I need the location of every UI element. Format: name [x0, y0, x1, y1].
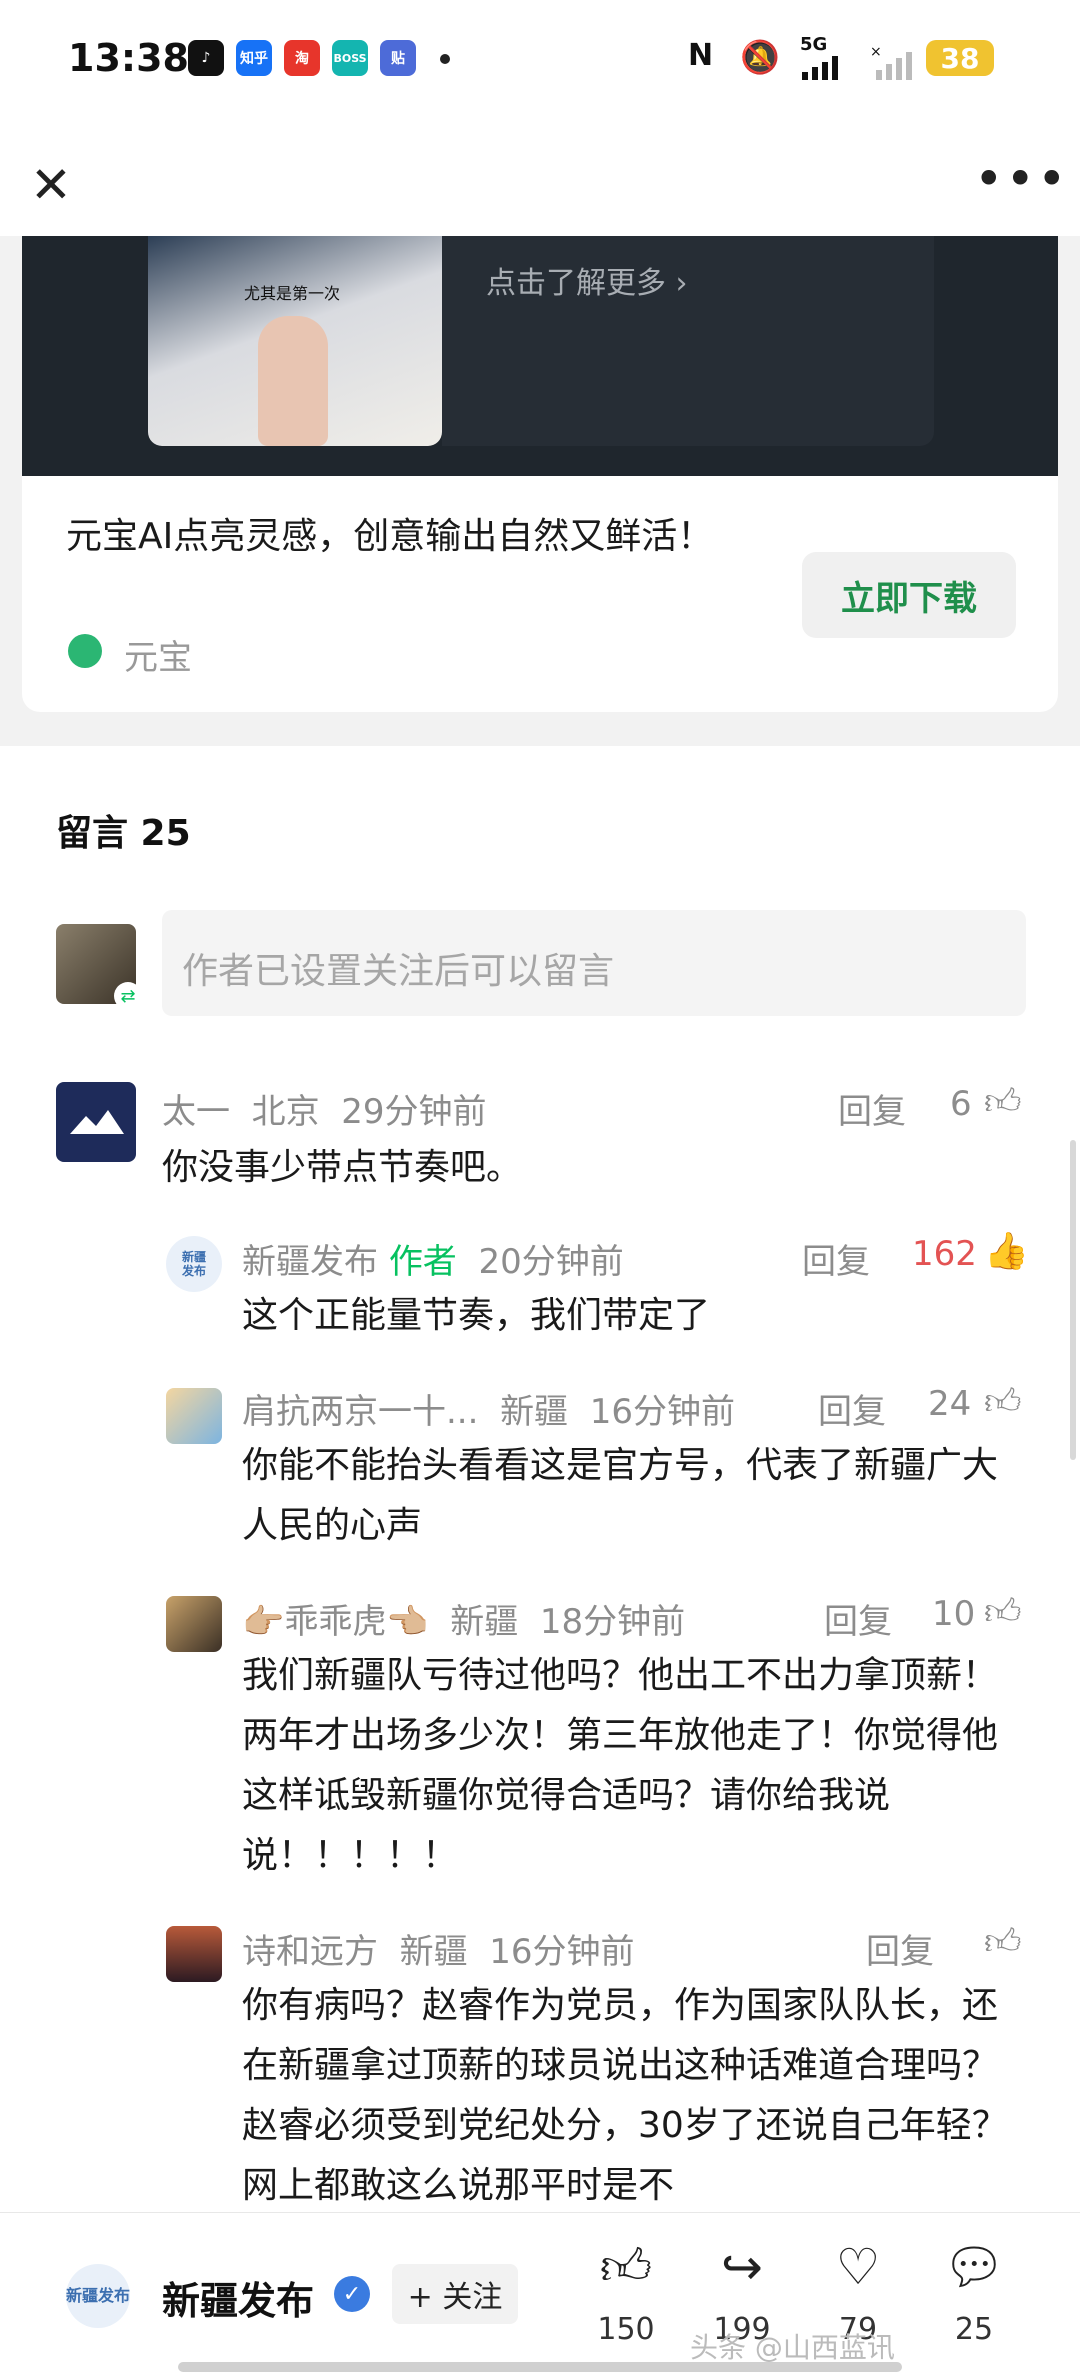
comment-location: 新疆	[399, 1932, 468, 1972]
avatar[interactable]	[56, 1082, 136, 1162]
ad-learn-more-link[interactable]: 点击了解更多 ›	[486, 258, 688, 302]
comment-time: 16分钟前	[489, 1932, 635, 1972]
reply-button[interactable]: 回复	[802, 1234, 870, 1283]
close-icon[interactable]: ✕	[30, 160, 72, 210]
author-avatar[interactable]: 新疆 发布	[166, 1236, 222, 1292]
account-name[interactable]: 新疆发布	[162, 2270, 314, 2325]
mute-bell-icon: 🔕	[740, 38, 780, 76]
status-time: 13:38	[68, 36, 189, 80]
author-tag: 作者	[388, 1242, 457, 1282]
like-icon[interactable]: 👍︎	[984, 1920, 1022, 1964]
ad-title: 元宝AI点亮灵感，创意输出自然又鲜活！	[66, 516, 714, 557]
home-indicator[interactable]	[178, 2362, 902, 2372]
top-nav-bar	[0, 120, 1080, 237]
comment-time: 16分钟前	[589, 1392, 735, 1432]
cellular-signal-icon	[800, 56, 856, 80]
boss-app-icon: BOSS	[332, 40, 368, 76]
commenter-name[interactable]: 👉🏼乖乖虎👈🏼	[242, 1602, 429, 1642]
like-icon[interactable]: 👍︎	[576, 2238, 676, 2298]
comment-time: 20分钟前	[478, 1242, 624, 1282]
follow-button[interactable]: + 关注	[392, 2264, 518, 2324]
comment-meta: 太一 北京 29分钟前	[162, 1084, 487, 1133]
comment-time: 18分钟前	[539, 1602, 686, 1642]
comment-meta: 新疆发布 作者 20分钟前	[242, 1234, 624, 1283]
signal-5g-label: 5G	[800, 34, 828, 55]
avatar[interactable]	[166, 1388, 222, 1444]
verified-icon: ✓	[334, 2276, 370, 2312]
commenter-name[interactable]: 新疆发布	[242, 1242, 378, 1282]
comment-text: 你能不能抬头看看这是官方号，代表了新疆广大人民的心声	[242, 1445, 999, 1546]
comment-location: 新疆	[450, 1602, 519, 1642]
comment-location: 新疆	[500, 1392, 569, 1432]
comment-time: 29分钟前	[341, 1092, 487, 1132]
ad-image[interactable]: 尤其是第一次	[148, 236, 442, 446]
comment-text: 这个正能量节奏，我们带定了	[242, 1295, 711, 1336]
like-count: 10	[932, 1594, 976, 1634]
reply-button[interactable]: 回复	[818, 1384, 886, 1433]
avatar[interactable]	[166, 1926, 222, 1982]
like-icon[interactable]: 👍︎	[984, 1590, 1022, 1634]
more-options-icon[interactable]: •••	[974, 150, 1068, 208]
reply-button[interactable]: 回复	[824, 1594, 892, 1643]
comment-count: 25	[954, 2312, 994, 2347]
tieba-app-icon: 贴	[380, 40, 416, 76]
comment-meta: 👉🏼乖乖虎👈🏼 新疆 18分钟前	[242, 1594, 685, 1643]
liked-icon[interactable]: 👍	[984, 1230, 1029, 1272]
like-count: 162	[912, 1234, 977, 1274]
reply-button[interactable]: 回复	[838, 1084, 906, 1133]
favorite-heart-icon[interactable]: ♡	[808, 2238, 908, 2296]
account-avatar[interactable]: 新疆发布	[66, 2264, 130, 2328]
reply-button[interactable]: 回复	[866, 1924, 934, 1973]
comment-text: 我们新疆队亏待过他吗？他出工不出力拿顶薪！两年才出场多少次！第三年放他走了！你觉…	[242, 1655, 999, 1876]
ad-brand: 元宝	[124, 638, 192, 678]
ad-image-caption: 尤其是第一次	[244, 284, 341, 303]
avatar[interactable]	[166, 1596, 222, 1652]
comment-input[interactable]: 作者已设置关注后可以留言	[162, 910, 1026, 1016]
switch-account-icon[interactable]: ⇄	[114, 982, 142, 1010]
douyin-app-icon: ♪	[188, 40, 224, 76]
zhihu-app-icon: 知乎	[236, 40, 272, 76]
watermark: 头条 @山西蓝讯	[690, 2331, 895, 2364]
scrollbar[interactable]	[1070, 1140, 1076, 1460]
cellular-signal-2-icon: ×	[870, 44, 914, 80]
comment-meta: 诗和远方 新疆 16分钟前	[242, 1924, 635, 1973]
like-count: 6	[950, 1084, 972, 1124]
like-icon[interactable]: 👍︎	[984, 1080, 1022, 1124]
battery-icon: 38	[926, 40, 994, 76]
like-icon[interactable]: 👍︎	[984, 1380, 1022, 1424]
like-count: 150	[597, 2312, 655, 2347]
commenter-name[interactable]: 太一	[162, 1092, 230, 1132]
commenter-name[interactable]: 诗和远方	[242, 1932, 378, 1972]
share-icon[interactable]: ↪	[692, 2238, 792, 2296]
comments-heading: 留言 25	[56, 813, 191, 854]
ad-image-hand	[258, 316, 328, 446]
comment-location: 北京	[251, 1092, 320, 1132]
commenter-name[interactable]: 肩抗两京一十...	[242, 1392, 478, 1432]
nfc-icon: Ν	[688, 38, 714, 73]
yuanbao-logo-icon	[68, 634, 102, 668]
like-count: 24	[928, 1384, 972, 1424]
comment-icon[interactable]: 💬︎	[924, 2238, 1024, 2297]
comment-text: 你没事少带点节奏吧。	[162, 1147, 523, 1188]
taobao-app-icon: 淘	[284, 40, 320, 76]
my-avatar[interactable]: ⇄	[56, 924, 142, 1010]
comment-input-placeholder: 作者已设置关注后可以留言	[182, 951, 615, 992]
comment-meta: 肩抗两京一十... 新疆 16分钟前	[242, 1384, 735, 1433]
svg-text:×: ×	[870, 44, 882, 60]
comment-text: 你有病吗？赵睿作为党员，作为国家队队长，还在新疆拿过顶薪的球员说出这种话难道合理…	[242, 1985, 1008, 2206]
download-button[interactable]: 立即下载	[802, 552, 1016, 638]
notification-dot-icon	[440, 54, 450, 64]
